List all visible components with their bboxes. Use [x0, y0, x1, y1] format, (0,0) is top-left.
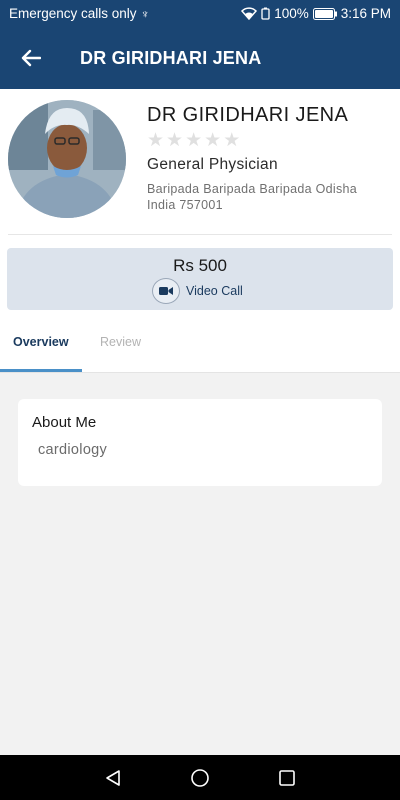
nav-home-button[interactable]	[180, 758, 220, 798]
tab-bar: Overview Review	[0, 321, 400, 373]
doctor-avatar	[8, 100, 126, 218]
system-nav-bar	[0, 755, 400, 800]
network-status-text: Emergency calls only	[9, 6, 137, 21]
nav-back-button[interactable]	[93, 758, 133, 798]
star-icon: ★	[223, 130, 241, 151]
page-title: DR GIRIDHARI JENA	[80, 47, 262, 68]
square-recents-icon	[278, 769, 295, 786]
status-right: 100% 3:16 PM	[241, 6, 391, 21]
divider	[8, 234, 392, 235]
doctor-name: DR GIRIDHARI JENA	[147, 104, 349, 126]
wifi-icon	[241, 7, 258, 20]
battery-percent: 100%	[274, 6, 309, 21]
video-camera-icon	[152, 278, 180, 304]
consultation-card: Rs 500 Video Call	[7, 248, 393, 310]
doctor-address: Baripada Baripada Baripada Odisha India …	[147, 182, 358, 212]
star-icon: ★	[166, 130, 184, 151]
battery-icon	[312, 7, 337, 20]
usb-icon: ♆	[140, 6, 150, 21]
tab-content: About Me cardiology	[0, 373, 400, 755]
status-bar: Emergency calls only ♆ 100% 3:16 PM	[0, 0, 400, 27]
triangle-back-icon	[106, 769, 121, 786]
app-bar: DR GIRIDHARI JENA	[0, 27, 400, 89]
rating-stars: ★ ★ ★ ★ ★	[147, 131, 240, 151]
doctor-specialty: General Physician	[147, 156, 278, 173]
back-button[interactable]	[0, 27, 62, 89]
clock: 3:16 PM	[340, 6, 391, 21]
tab-overview[interactable]: Overview	[13, 335, 69, 349]
about-title: About Me	[32, 414, 97, 431]
video-call-button[interactable]: Video Call	[152, 278, 243, 304]
star-icon: ★	[147, 130, 165, 151]
tab-review[interactable]: Review	[100, 335, 141, 349]
consultation-fee: Rs 500	[173, 256, 227, 275]
about-card: About Me cardiology	[18, 399, 382, 486]
video-call-label: Video Call	[186, 284, 243, 298]
nav-recents-button[interactable]	[267, 758, 307, 798]
circle-home-icon	[191, 768, 209, 787]
status-left: Emergency calls only ♆	[9, 6, 150, 21]
star-icon: ★	[204, 130, 222, 151]
arrow-back-icon	[21, 49, 41, 67]
star-icon: ★	[185, 130, 203, 151]
doctor-profile: DR GIRIDHARI JENA ★ ★ ★ ★ ★ General Phys…	[0, 89, 400, 373]
battery-saver-icon	[261, 7, 270, 20]
about-text: cardiology	[38, 442, 108, 458]
